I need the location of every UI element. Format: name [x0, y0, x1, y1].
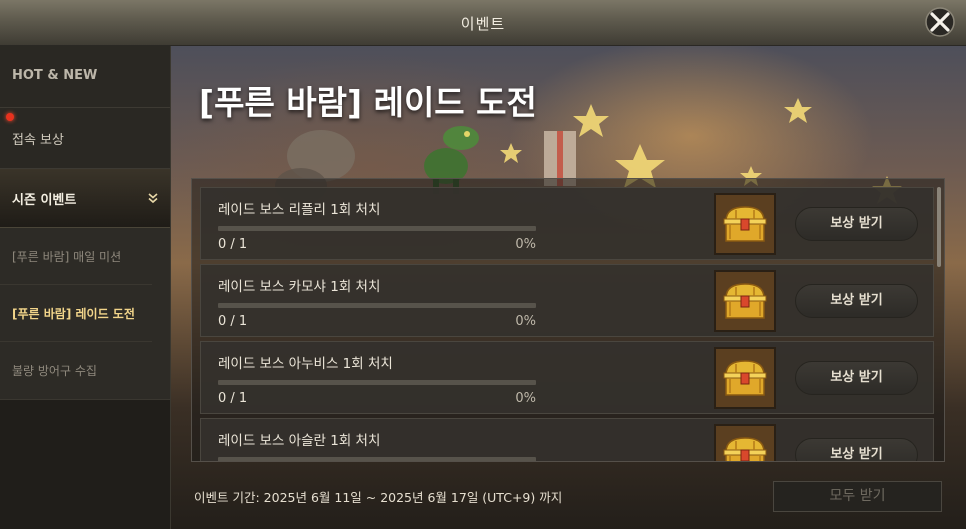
window-titlebar: 이벤트 — [0, 0, 966, 46]
reward-slot[interactable] — [714, 270, 776, 332]
claim-reward-button[interactable]: 보상 받기 — [795, 438, 918, 461]
page-title: [푸른 바람] 레이드 도전 — [199, 83, 537, 122]
progress-bar — [218, 303, 536, 308]
sidebar-item-label: HOT & NEW — [12, 68, 98, 83]
progress-percent: 0% — [515, 391, 536, 406]
sidebar-subitem-raid-challenge[interactable]: [푸른 바람] 레이드 도전 — [0, 285, 152, 342]
sidebar-subitem-label: [푸른 바람] 매일 미션 — [12, 250, 122, 264]
claim-all-button[interactable]: 모두 받기 — [773, 481, 942, 512]
sidebar-empty-area — [0, 399, 170, 529]
close-icon — [925, 7, 955, 37]
mission-row: 레이드 보스 아슬란 1회 처치 보상 받기 — [200, 418, 934, 461]
mission-row: 레이드 보스 카모샤 1회 처치 0 / 1 0% 보상 받기 — [200, 264, 934, 337]
sidebar: HOT & NEW 접속 보상 시즌 이벤트 [푸른 바람] 매일 미션 [푸른… — [0, 46, 171, 529]
mission-list-scrollbar[interactable] — [937, 187, 941, 267]
sidebar-item-login-reward[interactable]: 접속 보상 — [0, 108, 170, 169]
progress-percent: 0% — [515, 237, 536, 252]
sidebar-subitem-daily-mission[interactable]: [푸른 바람] 매일 미션 — [0, 228, 152, 285]
progress-count: 0 / 1 — [218, 314, 248, 329]
progress-bar — [218, 380, 536, 385]
mission-row: 레이드 보스 아누비스 1회 처치 0 / 1 0% 보상 받기 — [200, 341, 934, 414]
mission-title: 레이드 보스 아슬란 1회 처치 — [218, 433, 381, 449]
mission-title: 레이드 보스 아누비스 1회 처치 — [218, 356, 393, 372]
event-period: 이벤트 기간: 2025년 6월 11일 ~ 2025년 6월 17일 (UTC… — [194, 490, 563, 505]
notification-dot — [6, 113, 14, 121]
sidebar-item-season-event[interactable]: 시즌 이벤트 — [0, 169, 170, 228]
sidebar-item-label: 접속 보상 — [12, 133, 64, 148]
sidebar-subitem-armor-collection[interactable]: 불량 방어구 수집 — [0, 342, 152, 399]
season-event-submenu: [푸른 바람] 매일 미션 [푸른 바람] 레이드 도전 불량 방어구 수집 — [0, 228, 170, 399]
mission-title: 레이드 보스 리플리 1회 처치 — [218, 202, 381, 218]
mission-list[interactable]: 레이드 보스 리플리 1회 처치 0 / 1 0% 보상 받기 레이드 보스 카… — [191, 178, 945, 462]
claim-reward-button[interactable]: 보상 받기 — [795, 207, 918, 241]
reward-slot[interactable] — [714, 193, 776, 255]
treasure-chest-icon — [716, 195, 774, 253]
treasure-chest-icon — [716, 349, 774, 407]
reward-slot[interactable] — [714, 424, 776, 461]
progress-count: 0 / 1 — [218, 237, 248, 252]
sidebar-subitem-label: 불량 방어구 수집 — [12, 364, 97, 378]
chevron-down-icon — [148, 193, 158, 204]
progress-bar — [218, 457, 536, 461]
progress-count: 0 / 1 — [218, 391, 248, 406]
window-title: 이벤트 — [460, 15, 506, 33]
claim-reward-button[interactable]: 보상 받기 — [795, 361, 918, 395]
treasure-chest-icon — [716, 426, 774, 461]
claim-reward-button[interactable]: 보상 받기 — [795, 284, 918, 318]
treasure-chest-icon — [716, 272, 774, 330]
mission-row: 레이드 보스 리플리 1회 처치 0 / 1 0% 보상 받기 — [200, 187, 934, 260]
close-button[interactable] — [924, 6, 956, 38]
sidebar-item-hot-new[interactable]: HOT & NEW — [0, 46, 170, 108]
mission-title: 레이드 보스 카모샤 1회 처치 — [218, 279, 381, 295]
progress-bar — [218, 226, 536, 231]
sidebar-subitem-label: [푸른 바람] 레이드 도전 — [12, 307, 135, 321]
progress-percent: 0% — [515, 314, 536, 329]
sidebar-item-label: 시즌 이벤트 — [12, 193, 77, 208]
reward-slot[interactable] — [714, 347, 776, 409]
event-content: [푸른 바람] 레이드 도전 레이드 보스 리플리 1회 처치 0 / 1 0%… — [171, 46, 966, 529]
